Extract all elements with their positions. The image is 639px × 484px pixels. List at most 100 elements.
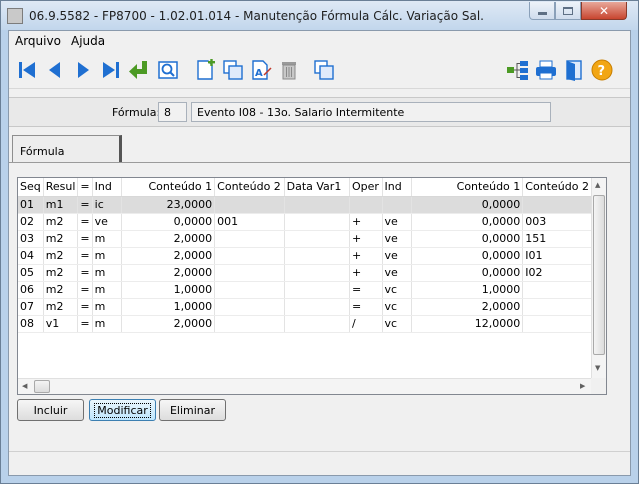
table-cell	[284, 281, 350, 299]
exit-button[interactable]	[561, 57, 587, 83]
help-button[interactable]: ?	[589, 57, 615, 83]
table-cell: 001	[214, 213, 285, 231]
new-document-icon	[197, 59, 215, 80]
column-header[interactable]: Conteúdo 1	[121, 178, 216, 197]
table-cell	[284, 213, 350, 231]
maximize-icon	[563, 6, 573, 15]
table-cell: =	[77, 247, 93, 265]
scroll-right-icon[interactable]: ▶	[580, 382, 585, 390]
menu-ajuda[interactable]: Ajuda	[71, 34, 105, 48]
table-cell: 08	[18, 315, 44, 333]
table-row[interactable]: 04 m2 = m 2,0000 + ve 0,0000 I01	[18, 247, 592, 265]
incluir-label: Incluir	[33, 404, 68, 417]
table-cell: =	[77, 264, 93, 282]
duplicate-button[interactable]	[311, 57, 337, 83]
table-cell	[522, 298, 592, 316]
modificar-button[interactable]: Modificar	[89, 399, 156, 421]
table-cell: 0,0000	[411, 213, 524, 231]
incluir-button[interactable]: Incluir	[17, 399, 84, 421]
return-icon	[129, 61, 147, 79]
table-row[interactable]: 01 m1 = ic 23,0000 0,0000	[18, 196, 592, 214]
last-record-button[interactable]	[98, 57, 124, 83]
column-header[interactable]: Resul	[43, 178, 79, 197]
column-header[interactable]: Oper	[349, 178, 383, 197]
table-cell	[284, 264, 350, 282]
table-cell	[382, 196, 412, 214]
horizontal-scroll-thumb[interactable]	[34, 380, 50, 393]
svg-text:?: ?	[598, 64, 606, 79]
next-record-button[interactable]	[70, 57, 96, 83]
vertical-scroll-thumb[interactable]	[593, 195, 605, 355]
table-cell: m	[92, 298, 123, 316]
edit-text-icon: A	[252, 60, 272, 80]
table-cell: I02	[522, 264, 592, 282]
table-cell: 04	[18, 247, 44, 265]
formula-label: Fórmula:	[112, 106, 161, 119]
exit-door-icon	[566, 60, 582, 81]
vertical-scrollbar[interactable]: ▲ ▼	[591, 178, 606, 378]
table-row[interactable]: 03 m2 = m 2,0000 + ve 0,0000 151	[18, 230, 592, 248]
first-record-icon	[19, 62, 35, 78]
close-icon: ✕	[598, 3, 610, 18]
column-header[interactable]: =	[77, 178, 93, 197]
search-button[interactable]	[155, 57, 181, 83]
table-cell: m	[92, 264, 123, 282]
title-bar[interactable]: 06.9.5582 - FP8700 - 1.02.01.014 - Manut…	[1, 1, 638, 30]
column-header[interactable]: Conteúdo 1	[411, 178, 524, 197]
column-header[interactable]: Conteúdo 2	[214, 178, 285, 197]
next-record-icon	[78, 62, 89, 78]
horizontal-scrollbar[interactable]: ◀ ▶	[18, 378, 592, 394]
scroll-left-icon[interactable]: ◀	[22, 382, 27, 390]
minimize-button[interactable]	[529, 2, 555, 20]
table-cell: I01	[522, 247, 592, 265]
new-document-button[interactable]	[192, 57, 218, 83]
column-header[interactable]: Data Var1	[284, 178, 350, 197]
table-row[interactable]: 05 m2 = m 2,0000 + ve 0,0000 I02	[18, 264, 592, 282]
close-button[interactable]: ✕	[581, 2, 627, 20]
table-row[interactable]: 06 m2 = m 1,0000 = vc 1,0000	[18, 281, 592, 299]
copy-button[interactable]	[220, 57, 246, 83]
print-button[interactable]	[533, 57, 559, 83]
table-cell: v1	[43, 315, 79, 333]
table-cell: 0,0000	[411, 196, 524, 214]
table-row[interactable]: 02 m2 = ve 0,0000 001 + ve 0,0000 003	[18, 213, 592, 231]
table-cell: m2	[43, 298, 79, 316]
table-cell	[214, 298, 285, 316]
print-icon	[536, 60, 556, 80]
table-cell: ve	[382, 230, 412, 248]
table-cell: 0,0000	[411, 264, 524, 282]
table-cell: 0,0000	[411, 247, 524, 265]
maximize-button[interactable]	[555, 2, 581, 20]
app-icon	[7, 8, 23, 24]
scroll-down-icon[interactable]: ▼	[595, 364, 600, 372]
column-header[interactable]: Conteúdo 2	[522, 178, 592, 197]
formula-number-field[interactable]: 8	[158, 102, 187, 122]
first-record-button[interactable]	[14, 57, 40, 83]
column-header[interactable]: Ind	[382, 178, 412, 197]
table-row[interactable]: 07 m2 = m 1,0000 = vc 2,0000	[18, 298, 592, 316]
table-cell	[214, 315, 285, 333]
column-header[interactable]: Ind	[92, 178, 123, 197]
tab-formula[interactable]: Fórmula	[12, 135, 122, 163]
table-cell: =	[77, 230, 93, 248]
scroll-up-icon[interactable]: ▲	[595, 181, 600, 189]
menu-bar: Arquivo Ajuda	[9, 31, 630, 51]
edit-text-button[interactable]: A	[248, 57, 274, 83]
formula-description-field[interactable]: Evento I08 - 13o. Salario Intermitente	[191, 102, 551, 122]
tree-structure-button[interactable]	[505, 57, 531, 83]
formula-tab-panel: Seq Resul = Ind Conteúdo 1 Conteúdo 2 Data Var…	[9, 162, 630, 436]
delete-button[interactable]	[276, 57, 302, 83]
return-button[interactable]	[126, 57, 152, 83]
table-cell	[284, 247, 350, 265]
table-cell: ve	[382, 264, 412, 282]
table-cell: 2,0000	[121, 230, 216, 248]
table-cell: 01	[18, 196, 44, 214]
menu-arquivo[interactable]: Arquivo	[15, 34, 61, 48]
previous-record-button[interactable]	[42, 57, 68, 83]
table-row[interactable]: 08 v1 = m 2,0000 /vc 12,0000	[18, 315, 592, 333]
eliminar-button[interactable]: Eliminar	[159, 399, 226, 421]
column-header[interactable]: Seq	[18, 178, 44, 197]
table-cell: vc	[382, 298, 412, 316]
table-cell: ve	[92, 213, 123, 231]
formula-grid[interactable]: Seq Resul = Ind Conteúdo 1 Conteúdo 2 Data Var…	[17, 177, 607, 395]
